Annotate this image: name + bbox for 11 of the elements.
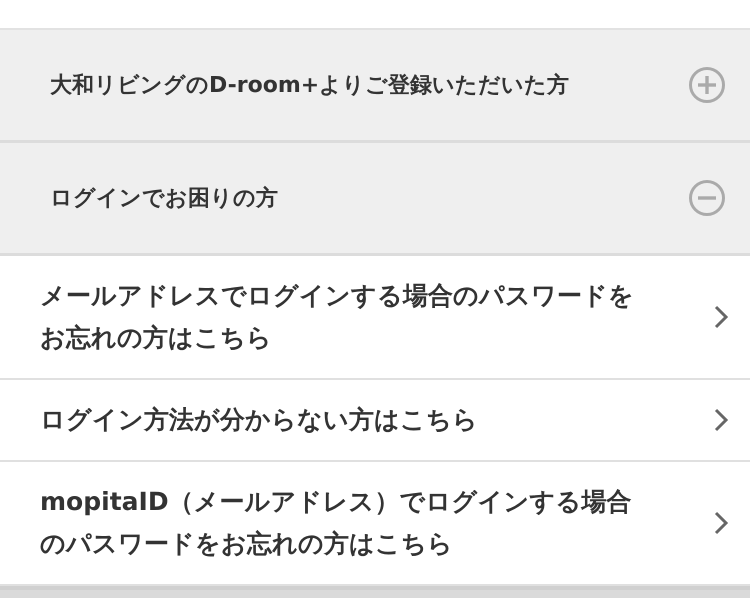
chevron-right-icon — [714, 305, 728, 329]
accordion-header[interactable]: 大和リビングのD-room+よりご登録いただいた方 — [0, 30, 750, 143]
minus-circle-icon[interactable] — [688, 179, 726, 217]
plus-circle-icon[interactable] — [688, 66, 726, 104]
help-link[interactable]: ログイン方法が分からない方はこちら — [0, 380, 750, 462]
chevron-right-icon — [714, 511, 728, 535]
accordion-title: 大和リビングのD-room+よりご登録いただいた方 — [50, 72, 570, 100]
chevron-right-icon — [714, 408, 728, 432]
accordion-header[interactable]: ログインでお困りの方 — [0, 143, 750, 256]
help-link[interactable]: メールアドレスでログインする場合のパスワードを お忘れの方はこちら — [0, 256, 750, 380]
accordion-title: ログインでお困りの方 — [50, 184, 278, 213]
